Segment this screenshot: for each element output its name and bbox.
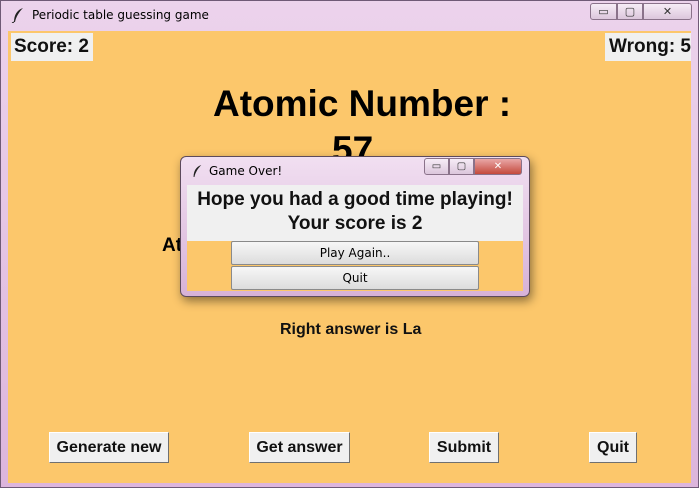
close-icon: ✕ xyxy=(493,161,503,172)
quit-button[interactable]: Quit xyxy=(589,432,637,463)
feather-icon xyxy=(11,8,23,23)
right-answer-label: Right answer is La xyxy=(280,321,422,338)
dialog-body: Hope you had a good time playing! Your s… xyxy=(187,185,523,291)
dialog-title: Game Over! xyxy=(209,164,283,178)
game-over-dialog: Game Over! ▭ ▢ ✕ Hope you had a good tim… xyxy=(180,156,530,297)
dialog-minimize-button[interactable]: ▭ xyxy=(424,158,449,175)
close-button[interactable]: ✕ xyxy=(643,3,692,20)
get-answer-button[interactable]: Get answer xyxy=(249,432,350,463)
generate-new-button[interactable]: Generate new xyxy=(49,432,169,463)
close-icon: ✕ xyxy=(662,5,673,18)
feather-icon xyxy=(193,165,202,177)
maximize-icon: ▢ xyxy=(624,5,636,18)
dialog-message-line1: Hope you had a good time playing! xyxy=(197,189,513,210)
wrong-label: Wrong: 5 xyxy=(605,33,691,61)
dialog-close-button[interactable]: ✕ xyxy=(474,158,522,175)
maximize-icon: ▢ xyxy=(456,161,467,172)
atomic-number-heading: Atomic Number : xyxy=(213,83,512,124)
minimize-icon: ▭ xyxy=(431,161,442,172)
maximize-button[interactable]: ▢ xyxy=(617,3,643,20)
submit-button[interactable]: Submit xyxy=(429,432,499,463)
dialog-maximize-button[interactable]: ▢ xyxy=(449,158,474,175)
dialog-message: Hope you had a good time playing! Your s… xyxy=(187,185,523,241)
dialog-quit-button[interactable]: Quit xyxy=(231,266,479,290)
dialog-message-line2: Your score is 2 xyxy=(287,213,423,234)
window-title: Periodic table guessing game xyxy=(32,8,209,22)
play-again-button[interactable]: Play Again.. xyxy=(231,241,479,265)
minimize-button[interactable]: ▭ xyxy=(590,3,617,20)
score-label: Score: 2 xyxy=(11,33,93,61)
title-bar[interactable]: Periodic table guessing game ▭ ▢ ✕ xyxy=(1,1,698,29)
minimize-icon: ▭ xyxy=(598,5,609,18)
